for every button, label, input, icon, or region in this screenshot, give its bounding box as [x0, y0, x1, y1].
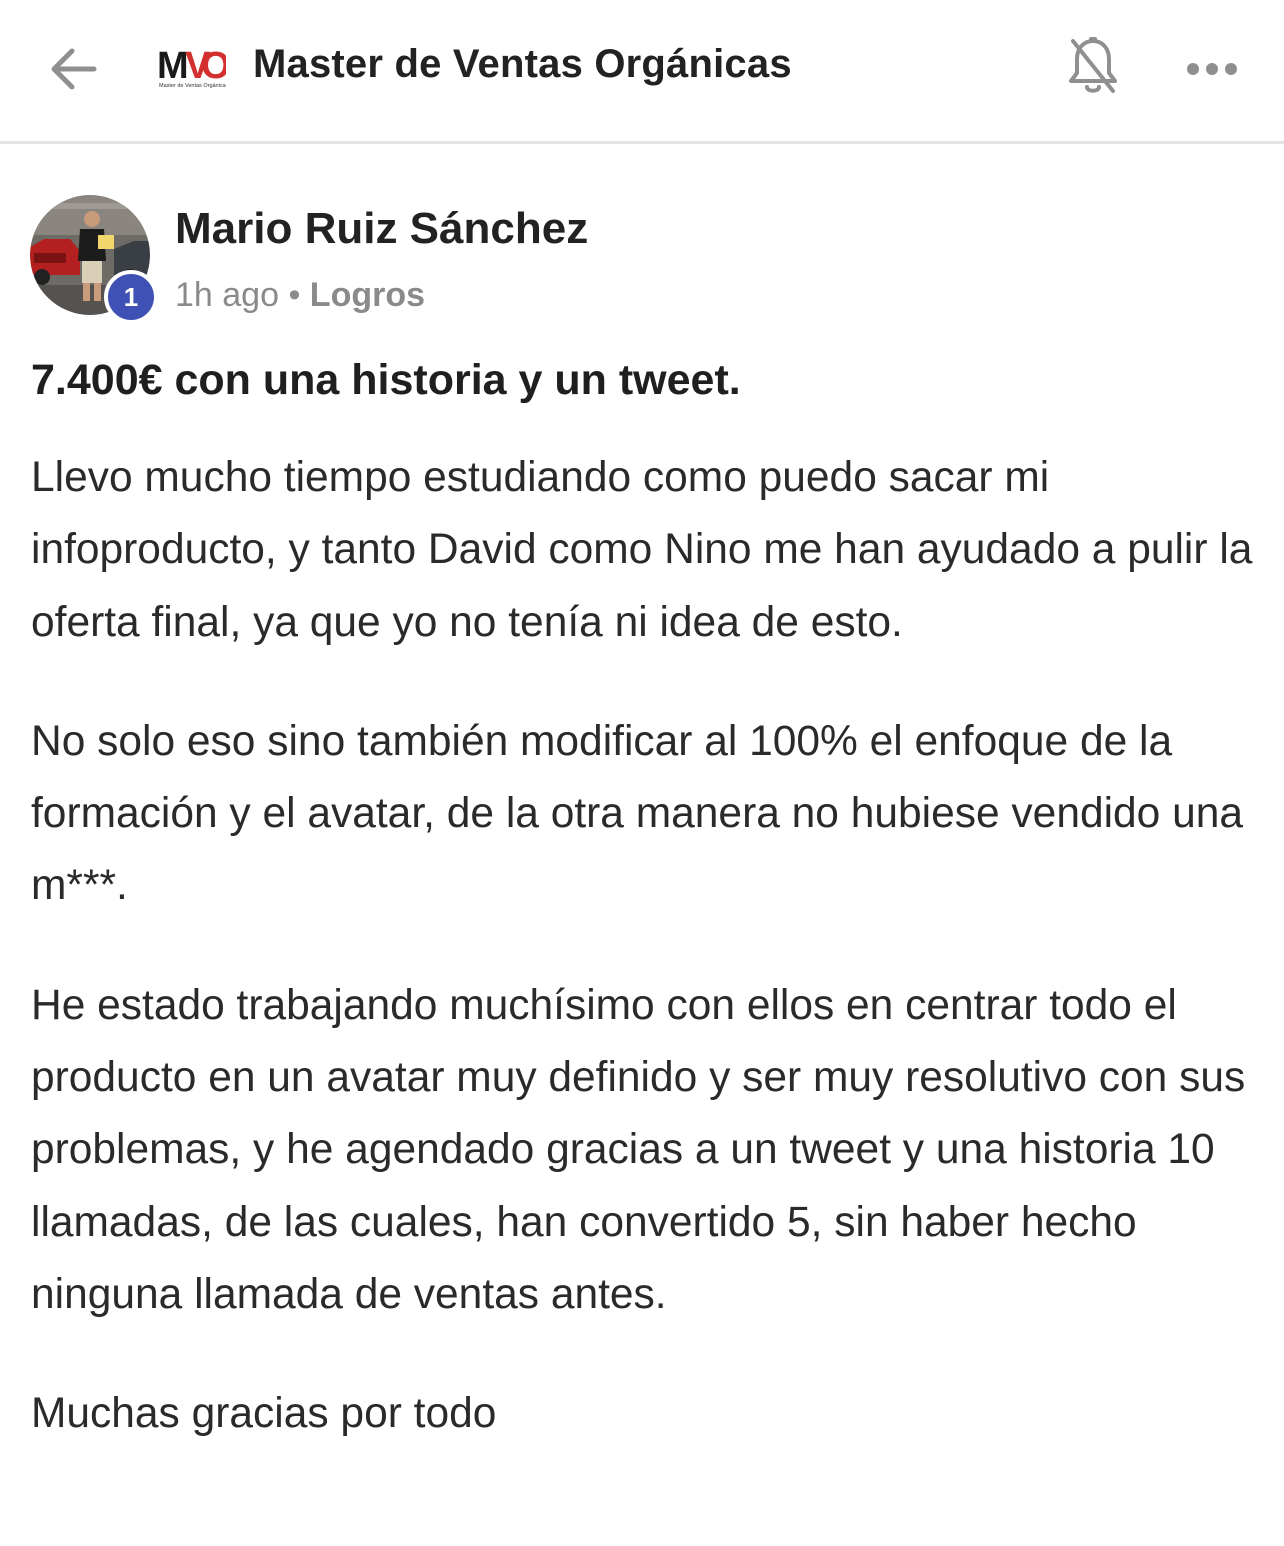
- post-paragraph: Muchas gracias por todo: [31, 1390, 497, 1438]
- post-paragraph: Llevo mucho tiempo estudiando como puedo…: [31, 454, 1253, 646]
- meta-separator: •: [279, 276, 310, 314]
- more-options-button[interactable]: [1176, 40, 1248, 98]
- notifications-button[interactable]: [1058, 30, 1128, 104]
- post-time: 1h ago: [175, 276, 279, 314]
- svg-text:O: O: [201, 45, 226, 87]
- top-app-bar: M V O Master de Ventas Orgánicas Master …: [0, 0, 1284, 144]
- svg-text:Master de Ventas Orgánicas: Master de Ventas Orgánicas: [159, 83, 226, 89]
- post-category[interactable]: Logros: [310, 276, 425, 314]
- post-paragraph: No solo eso sino también modificar al 10…: [31, 717, 1244, 910]
- author-avatar-container[interactable]: 1: [30, 195, 162, 330]
- post-meta: 1h ago • Logros: [175, 276, 425, 315]
- more-horizontal-icon: [1187, 63, 1237, 75]
- arrow-left-icon: [51, 48, 97, 90]
- svg-text:M: M: [157, 45, 187, 87]
- bell-muted-icon: [1069, 37, 1117, 93]
- back-button[interactable]: [40, 36, 106, 102]
- post-body: Llevo mucho tiempo estudiando como puedo…: [31, 442, 1261, 1498]
- author-name[interactable]: Mario Ruiz Sánchez: [175, 204, 588, 254]
- level-badge: 1: [104, 270, 158, 324]
- group-logo: M V O Master de Ventas Orgánicas: [156, 44, 231, 90]
- post-paragraph: He estado trabajando muchísimo con ellos…: [31, 981, 1246, 1318]
- group-title[interactable]: Master de Ventas Orgánicas: [253, 42, 792, 87]
- post-title: 7.400€ con una historia y un tweet.: [31, 356, 741, 404]
